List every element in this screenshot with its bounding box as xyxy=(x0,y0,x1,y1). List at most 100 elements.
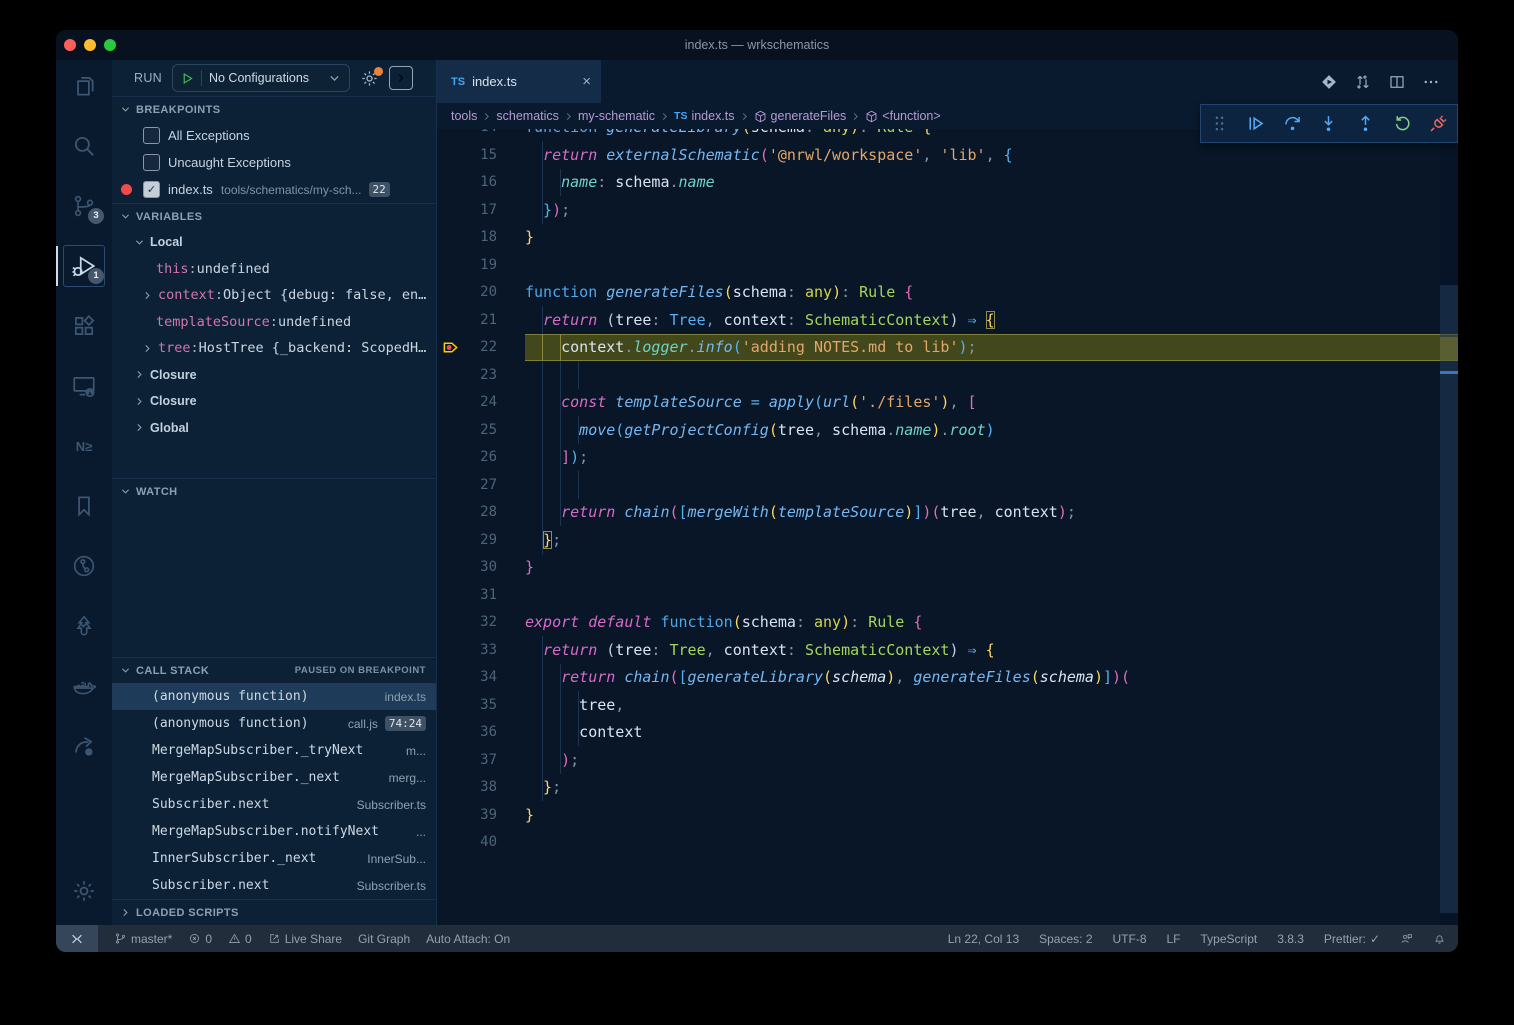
variable-row[interactable]: Closure xyxy=(112,388,436,415)
breakpoint-item[interactable]: Uncaught Exceptions xyxy=(112,149,436,176)
scope-chevron-icon xyxy=(134,422,145,433)
continue-icon[interactable] xyxy=(1245,113,1266,134)
scrollbar-thumb[interactable] xyxy=(1440,285,1458,913)
title-bar[interactable]: index.ts — wrkschematics xyxy=(56,30,1458,60)
activity-remote-explorer[interactable] xyxy=(56,360,112,412)
status-auto-attach[interactable]: Auto Attach: On xyxy=(426,932,510,946)
code-line: 33return (tree: Tree, context: Schematic… xyxy=(437,636,1458,664)
indent-guide xyxy=(525,746,561,774)
status-ts-version[interactable]: 3.8.3 xyxy=(1277,932,1304,946)
activity-live-share[interactable] xyxy=(56,720,112,772)
step-out-icon[interactable] xyxy=(1355,113,1376,134)
stack-frame[interactable]: (anonymous function)call.js74:24 xyxy=(112,710,436,737)
stack-frame[interactable]: MergeMapSubscriber.notifyNext... xyxy=(112,818,436,845)
remote-indicator[interactable] xyxy=(56,925,98,952)
stack-frame[interactable]: MergeMapSubscriber._nextmerg... xyxy=(112,764,436,791)
status-language-mode[interactable]: TypeScript xyxy=(1201,932,1258,946)
code-text: const templateSource = apply(url('./file… xyxy=(525,389,1458,417)
drag-handle-icon[interactable] xyxy=(1209,113,1230,134)
activity-test-explorer[interactable] xyxy=(56,600,112,652)
variable-row[interactable]: Closure xyxy=(112,362,436,389)
breakpoints-header[interactable]: BREAKPOINTS xyxy=(112,96,436,122)
activity-manage[interactable] xyxy=(56,865,112,917)
variable-row[interactable]: context: Object {debug: false, en… xyxy=(112,282,436,309)
activity-bookmarks[interactable] xyxy=(56,480,112,532)
run-diamond-icon[interactable] xyxy=(1320,73,1338,91)
scrollbar[interactable] xyxy=(1440,129,1458,925)
debug-toolbar xyxy=(1200,104,1458,143)
branch-icon xyxy=(114,932,127,945)
status-encoding[interactable]: UTF-8 xyxy=(1113,932,1147,946)
disconnect-icon[interactable] xyxy=(1428,113,1449,134)
step-over-icon[interactable] xyxy=(1282,113,1303,134)
activity-git-graph[interactable] xyxy=(56,540,112,592)
frame-file: merg... xyxy=(379,771,426,785)
activity-docker[interactable] xyxy=(56,660,112,712)
breadcrumb-item[interactable]: my-schematic xyxy=(578,109,655,123)
stack-frame[interactable]: Subscriber.nextSubscriber.ts xyxy=(112,872,436,899)
status-feedback[interactable] xyxy=(1400,932,1413,945)
launch-config-dropdown[interactable]: No Configurations xyxy=(172,64,350,92)
breakpoint-item[interactable]: All Exceptions xyxy=(112,122,436,149)
breadcrumb-item[interactable]: tools xyxy=(451,109,477,123)
breadcrumb-item[interactable]: schematics xyxy=(496,109,559,123)
status-prettier[interactable]: Prettier:✓ xyxy=(1324,932,1380,946)
overview-selection-marker xyxy=(1440,371,1458,374)
variable-row[interactable]: Global xyxy=(112,415,436,442)
variable-row[interactable]: tree: HostTree {_backend: ScopedH… xyxy=(112,335,436,362)
line-number: 16 xyxy=(463,174,497,190)
open-debug-console-button[interactable] xyxy=(389,66,413,90)
status-branch[interactable]: master* xyxy=(114,932,172,946)
variable-row[interactable]: this: undefined xyxy=(112,256,436,283)
configure-gear-button[interactable] xyxy=(360,69,379,88)
restart-icon[interactable] xyxy=(1392,113,1413,134)
breakpoint-checkbox[interactable] xyxy=(143,154,160,171)
activity-bar: 3 1 N≥ xyxy=(56,60,112,925)
badge-source-control: 3 xyxy=(88,208,104,224)
scope-label: Local xyxy=(150,235,183,249)
loaded-scripts-header[interactable]: LOADED SCRIPTS xyxy=(112,899,436,925)
breadcrumb-item[interactable]: TSindex.ts xyxy=(674,109,735,123)
start-debug-icon[interactable] xyxy=(181,72,194,85)
bookmarks-icon xyxy=(71,493,97,519)
breakpoint-item[interactable]: ✓index.tstools/schematics/my-sch...22 xyxy=(112,176,436,203)
breadcrumb-item[interactable]: generateFiles xyxy=(754,109,847,123)
code-line: 39} xyxy=(437,801,1458,829)
breakpoint-checkbox[interactable]: ✓ xyxy=(143,181,160,198)
paused-breakpoint-icon[interactable] xyxy=(437,339,463,356)
status-notifications[interactable] xyxy=(1433,932,1446,945)
activity-extensions[interactable] xyxy=(56,300,112,352)
status-indentation[interactable]: Spaces: 2 xyxy=(1039,932,1092,946)
breakpoint-checkbox[interactable] xyxy=(143,127,160,144)
tab-index-ts[interactable]: TS index.ts × xyxy=(437,60,601,103)
variable-row[interactable]: templateSource: undefined xyxy=(112,309,436,336)
activity-source-control[interactable]: 3 xyxy=(56,180,112,232)
stack-frame[interactable]: InnerSubscriber._nextInnerSub... xyxy=(112,845,436,872)
breadcrumb-item[interactable]: <function> xyxy=(865,109,940,123)
status-git-graph[interactable]: Git Graph xyxy=(358,932,410,946)
activity-run-and-debug[interactable]: 1 xyxy=(56,240,112,292)
split-editor-icon[interactable] xyxy=(1388,73,1406,91)
step-into-icon[interactable] xyxy=(1318,113,1339,134)
call-stack-header[interactable]: CALL STACK PAUSED ON BREAKPOINT xyxy=(112,657,436,683)
activity-nx-console[interactable]: N≥ xyxy=(56,420,112,472)
close-tab-icon[interactable]: × xyxy=(582,73,591,90)
status-errors[interactable]: 0 xyxy=(188,932,212,946)
more-actions-icon[interactable] xyxy=(1422,73,1440,91)
variable-row[interactable]: Local xyxy=(112,229,436,256)
compare-changes-icon[interactable] xyxy=(1354,73,1372,91)
activity-search[interactable] xyxy=(56,120,112,172)
variables-header[interactable]: VARIABLES xyxy=(112,203,436,229)
status-live-share[interactable]: Live Share xyxy=(268,932,342,946)
code-editor[interactable]: 14function generateLibrary(schema: any):… xyxy=(437,129,1458,925)
stack-frame[interactable]: (anonymous function)index.ts xyxy=(112,683,436,710)
status-eol[interactable]: LF xyxy=(1167,932,1181,946)
stack-frame[interactable]: MergeMapSubscriber._tryNextm... xyxy=(112,737,436,764)
watch-header[interactable]: WATCH xyxy=(112,478,436,504)
status-cursor-position[interactable]: Ln 22, Col 13 xyxy=(948,932,1019,946)
indent-guide xyxy=(525,141,543,169)
activity-explorer[interactable] xyxy=(56,60,112,112)
stack-frame[interactable]: Subscriber.nextSubscriber.ts xyxy=(112,791,436,818)
variable-value: undefined xyxy=(197,261,270,277)
status-warnings[interactable]: 0 xyxy=(228,932,252,946)
